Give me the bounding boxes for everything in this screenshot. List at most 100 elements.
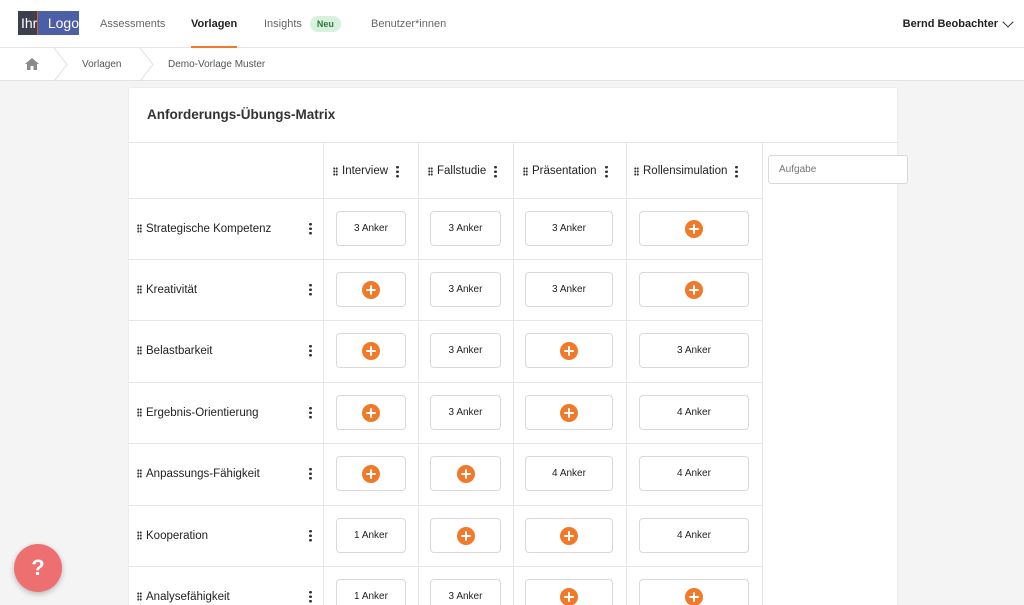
add-anchor-button[interactable] [639,272,749,307]
row-header[interactable]: Ergebnis-Orientierung [137,382,259,443]
anchor-count-button[interactable]: 1 Anker [336,518,406,553]
add-anchor-button[interactable] [639,579,749,605]
anchor-count-label: 3 Anker [552,223,586,234]
column-header-fallstudie[interactable]: Fallstudie [428,143,498,199]
nav-label: Benutzer*innen [371,18,447,30]
drag-handle-icon[interactable] [137,224,142,233]
more-options-icon[interactable] [309,467,312,480]
anchor-count-button[interactable]: 3 Anker [430,272,501,307]
anchor-count-button[interactable]: 3 Anker [639,333,749,368]
drag-handle-icon[interactable] [333,166,338,176]
anchor-count-button[interactable]: 3 Anker [525,272,613,307]
row-header[interactable]: Strategische Kompetenz [137,198,271,259]
anchor-count-button[interactable]: 3 Anker [430,395,501,430]
drag-handle-icon[interactable] [634,166,639,176]
user-menu[interactable]: Bernd Beobachter [903,0,1014,48]
anchor-count-button[interactable]: 1 Anker [336,579,406,605]
drag-handle-icon[interactable] [137,592,142,601]
plus-icon [560,403,578,422]
row-header[interactable]: Anpassungs-Fähigkeit [137,443,260,504]
add-anchor-button[interactable] [336,395,406,430]
anchor-count-button[interactable]: 4 Anker [639,518,749,553]
anchor-count-button[interactable]: 3 Anker [430,333,501,368]
anchor-count-label: 4 Anker [677,530,711,541]
more-options-icon[interactable] [309,222,312,235]
top-navigation: Ihr Logo Assessments Vorlagen Insights N… [0,0,1024,48]
drag-handle-icon[interactable] [428,166,433,176]
anchor-count-button[interactable]: 4 Anker [639,456,749,491]
drag-handle-icon[interactable] [137,469,142,478]
row-divider [129,505,763,506]
drag-handle-icon[interactable] [523,166,528,176]
row-header[interactable]: Analysefähigkeit [137,566,230,605]
logo[interactable]: Ihr Logo [18,11,79,35]
nav-benutzer[interactable]: Benutzer*innen [371,0,446,48]
plus-icon [685,280,703,299]
column-header-rollensimulation[interactable]: Rollensimulation [634,143,739,199]
more-options-icon[interactable] [309,590,312,603]
add-anchor-button[interactable] [525,395,613,430]
nav-insights[interactable]: Insights Neu [264,0,341,48]
task-input[interactable] [768,155,908,184]
add-anchor-button[interactable] [525,518,613,553]
plus-icon [456,526,475,545]
row-header[interactable]: Kooperation [137,505,208,566]
anchor-count-button[interactable]: 3 Anker [525,211,613,246]
add-anchor-button[interactable] [336,272,406,307]
add-anchor-button[interactable] [336,333,406,368]
more-options-icon[interactable] [309,529,312,542]
anchor-count-label: 3 Anker [677,345,711,356]
column-header-interview[interactable]: Interview [333,143,400,199]
anchor-count-label: 4 Anker [677,468,711,479]
nav-vorlagen[interactable]: Vorlagen [191,0,238,48]
logo-left-text: Ihr [21,15,38,31]
row-header[interactable]: Kreativität [137,259,197,320]
drag-handle-icon[interactable] [137,346,142,355]
breadcrumb: Vorlagen Demo-Vorlage Muster [0,48,1024,81]
column-divider [762,143,763,605]
column-label: Präsentation [532,165,597,177]
row-label: Belastbarkeit [146,344,213,357]
anchor-count-label: 1 Anker [354,591,388,602]
more-options-icon[interactable] [604,164,608,178]
row-divider [129,259,763,260]
anchor-count-label: 4 Anker [552,468,586,479]
add-anchor-button[interactable] [336,456,406,491]
add-anchor-button[interactable] [525,333,613,368]
add-anchor-button[interactable] [430,456,501,491]
matrix-title: Anforderungs-Übungs-Matrix [147,107,336,122]
more-options-icon[interactable] [396,164,400,178]
column-label: Interview [342,165,389,177]
more-options-icon[interactable] [309,344,312,357]
nav-assessments[interactable]: Assessments [100,0,165,48]
add-anchor-button[interactable] [430,518,501,553]
breadcrumb-vorlagen[interactable]: Vorlagen [82,48,121,81]
chevron-down-icon [1002,16,1014,28]
more-options-icon[interactable] [494,164,498,178]
help-button[interactable]: ? [14,544,62,592]
anchor-count-button[interactable]: 3 Anker [430,579,501,605]
anchor-count-label: 3 Anker [448,345,483,356]
home-icon[interactable] [24,57,40,71]
add-anchor-button[interactable] [639,211,749,246]
plus-icon [560,341,578,360]
anchor-count-button[interactable]: 3 Anker [430,211,501,246]
more-options-icon[interactable] [309,283,312,296]
anchor-count-button[interactable]: 4 Anker [525,456,613,491]
column-divider [323,143,324,605]
drag-handle-icon[interactable] [137,408,142,417]
anchor-count-button[interactable]: 3 Anker [336,211,406,246]
more-options-icon[interactable] [309,406,312,419]
drag-handle-icon[interactable] [137,285,142,294]
anchor-count-label: 3 Anker [448,223,483,234]
anchor-count-button[interactable]: 4 Anker [639,395,749,430]
column-header-praesentation[interactable]: Präsentation [523,143,608,199]
anchor-count-label: 3 Anker [448,284,483,295]
breadcrumb-separator-icon [53,48,68,81]
row-header[interactable]: Belastbarkeit [137,320,212,381]
more-options-icon[interactable] [735,164,739,178]
drag-handle-icon[interactable] [137,531,142,540]
column-divider [626,143,627,605]
plus-icon [362,280,380,299]
add-anchor-button[interactable] [525,579,613,605]
